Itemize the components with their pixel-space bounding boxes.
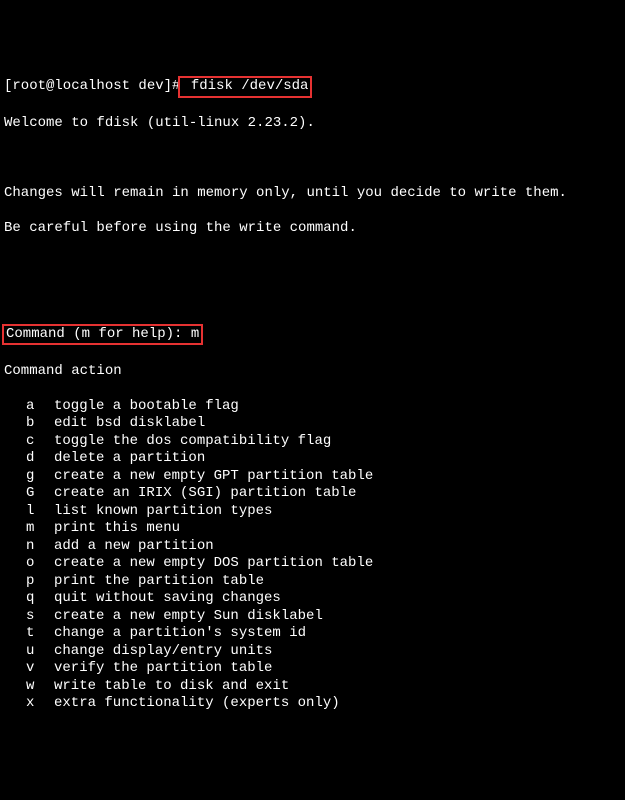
action-header: Command action [4, 363, 621, 381]
action-key: a [4, 398, 54, 416]
welcome-line: Welcome to fdisk (util-linux 2.23.2). [4, 115, 621, 133]
action-desc: create a new empty Sun disklabel [54, 608, 621, 626]
action-row: ocreate a new empty DOS partition table [4, 555, 621, 573]
action-desc: print this menu [54, 520, 621, 538]
action-key: t [4, 625, 54, 643]
shell-prompt-prefix: [root@localhost dev]# [4, 78, 180, 94]
shell-prompt-line: [root@localhost dev]# fdisk /dev/sda [4, 76, 621, 98]
action-desc: change display/entry units [54, 643, 621, 661]
action-row: xextra functionality (experts only) [4, 695, 621, 713]
command-highlight: fdisk /dev/sda [178, 76, 312, 98]
command-prompt-prefix: Command (m for help): [6, 326, 191, 342]
action-key: b [4, 415, 54, 433]
action-row: tchange a partition's system id [4, 625, 621, 643]
action-row: ddelete a partition [4, 450, 621, 468]
action-row: ctoggle the dos compatibility flag [4, 433, 621, 451]
action-key: s [4, 608, 54, 626]
action-row: Gcreate an IRIX (SGI) partition table [4, 485, 621, 503]
action-desc: toggle a bootable flag [54, 398, 621, 416]
action-row: gcreate a new empty GPT partition table [4, 468, 621, 486]
action-key: G [4, 485, 54, 503]
action-row: atoggle a bootable flag [4, 398, 621, 416]
action-desc: print the partition table [54, 573, 621, 591]
action-row: screate a new empty Sun disklabel [4, 608, 621, 626]
action-desc: list known partition types [54, 503, 621, 521]
action-key: o [4, 555, 54, 573]
shell-command: fdisk /dev/sda [182, 78, 308, 94]
action-row: bedit bsd disklabel [4, 415, 621, 433]
action-row: llist known partition types [4, 503, 621, 521]
action-desc: change a partition's system id [54, 625, 621, 643]
action-key: p [4, 573, 54, 591]
action-list: atoggle a bootable flagbedit bsd disklab… [4, 398, 621, 713]
action-row: pprint the partition table [4, 573, 621, 591]
action-key: n [4, 538, 54, 556]
action-desc: toggle the dos compatibility flag [54, 433, 621, 451]
blank-line [4, 289, 621, 306]
action-key: d [4, 450, 54, 468]
action-key: v [4, 660, 54, 678]
action-key: q [4, 590, 54, 608]
action-key: c [4, 433, 54, 451]
action-key: m [4, 520, 54, 538]
notice-line-1: Changes will remain in memory only, unti… [4, 185, 621, 203]
action-desc: delete a partition [54, 450, 621, 468]
notice-line-2: Be careful before using the write comman… [4, 220, 621, 238]
action-row: nadd a new partition [4, 538, 621, 556]
action-row: mprint this menu [4, 520, 621, 538]
action-desc: extra functionality (experts only) [54, 695, 621, 713]
action-desc: quit without saving changes [54, 590, 621, 608]
action-key: w [4, 678, 54, 696]
action-desc: create an IRIX (SGI) partition table [54, 485, 621, 503]
command-input: m [191, 326, 199, 342]
action-key: x [4, 695, 54, 713]
blank-line [4, 255, 621, 272]
action-row: vverify the partition table [4, 660, 621, 678]
action-key: g [4, 468, 54, 486]
action-desc: create a new empty DOS partition table [54, 555, 621, 573]
action-key: l [4, 503, 54, 521]
action-row: uchange display/entry units [4, 643, 621, 661]
blank-line [4, 150, 621, 167]
action-desc: add a new partition [54, 538, 621, 556]
action-row: qquit without saving changes [4, 590, 621, 608]
action-desc: verify the partition table [54, 660, 621, 678]
command-input-highlight: Command (m for help): m [2, 324, 203, 346]
action-key: u [4, 643, 54, 661]
action-row: wwrite table to disk and exit [4, 678, 621, 696]
action-desc: write table to disk and exit [54, 678, 621, 696]
action-desc: edit bsd disklabel [54, 415, 621, 433]
action-desc: create a new empty GPT partition table [54, 468, 621, 486]
command-prompt-line[interactable]: Command (m for help): m [4, 324, 621, 346]
